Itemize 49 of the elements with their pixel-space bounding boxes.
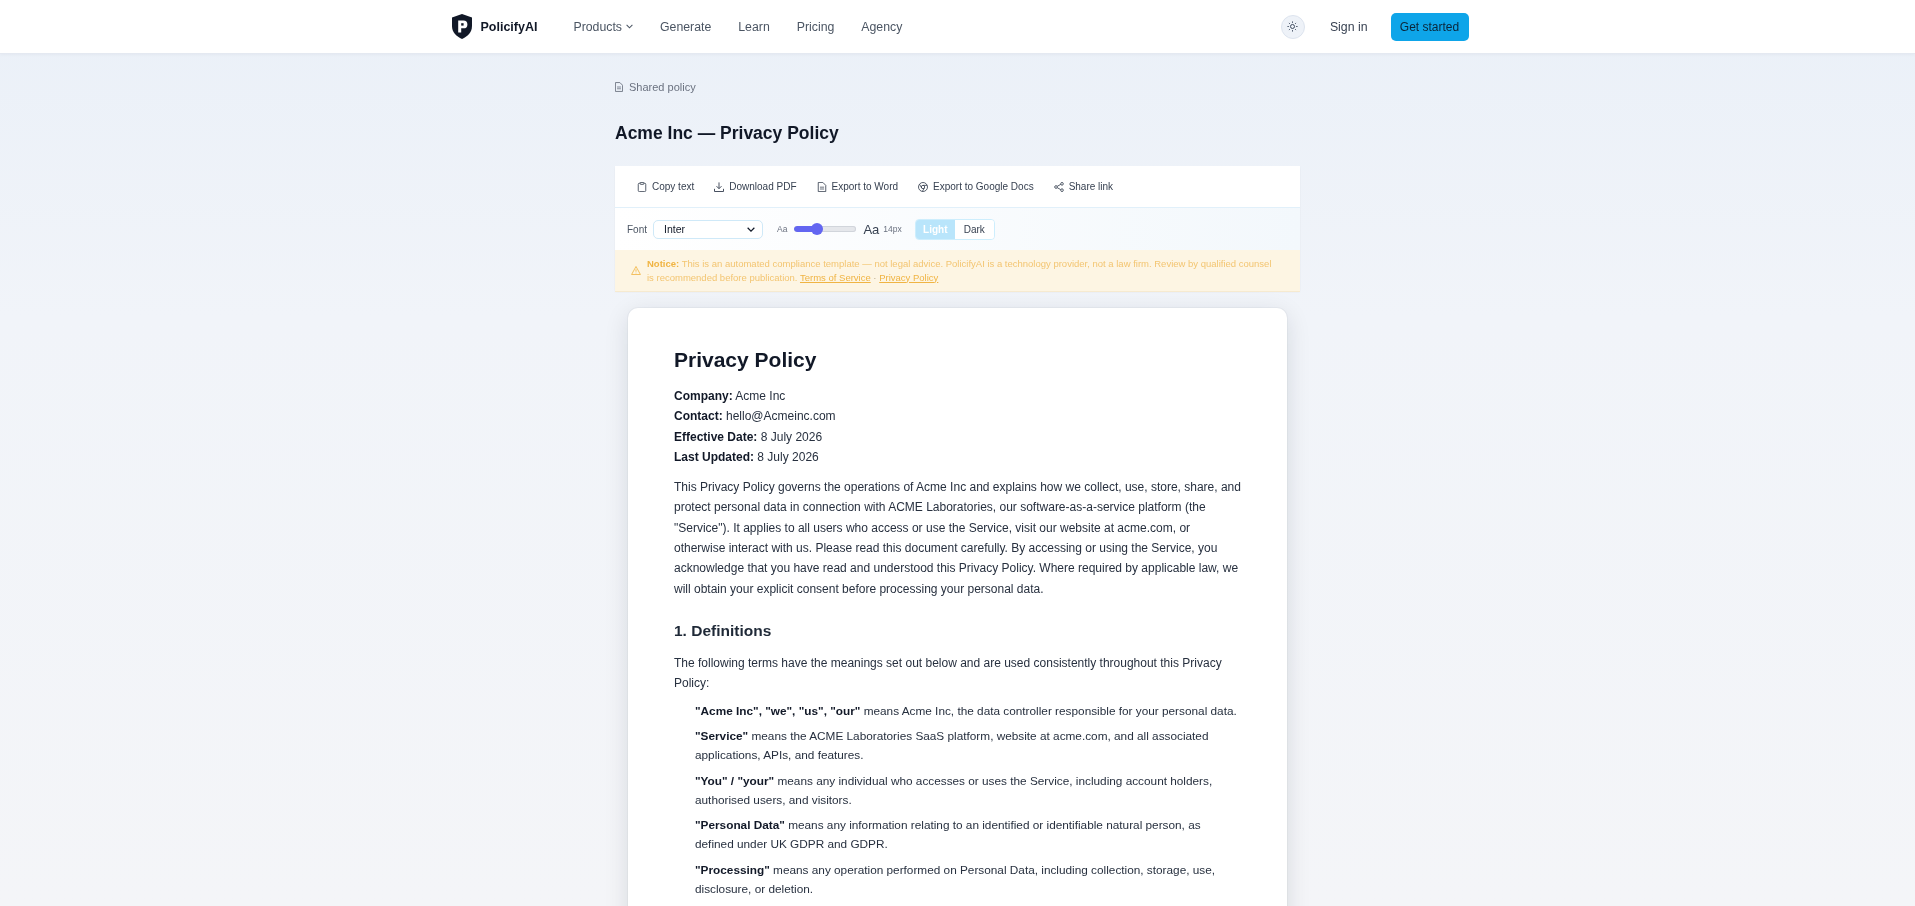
larger-text-label: Aa	[863, 221, 880, 237]
font-size-reading: 14px	[883, 224, 902, 234]
font-select[interactable]: Inter	[653, 219, 763, 239]
font-label: Font	[627, 223, 647, 235]
warning-icon	[631, 266, 641, 275]
theme-toggle-button[interactable]	[1280, 14, 1305, 39]
nav-link[interactable]: Learn	[738, 19, 770, 34]
slider-thumb[interactable]	[810, 223, 823, 235]
share-icon	[1053, 181, 1064, 192]
definition-item: "You" / "your" means any individual who accesses or uses the Service, including account holders, authorised users, and visitors.	[695, 772, 1214, 809]
page-title: Acme Inc — Privacy Policy	[615, 122, 840, 145]
theme-option[interactable]: Dark	[954, 219, 994, 239]
breadcrumb-label: Shared policy	[629, 81, 696, 93]
meta-line: Last Updated: 8 July 2026	[674, 448, 820, 466]
intro-paragraph: This Privacy Policy governs the operations of Acme Inc and explains how we collect, use, store, share, and protect personal data in connection with ACME Laboratories, our software-as-a-service platform (the "Service"). It applies to all users who access or use the Service, visit our website at acme.com, or otherwise interact with us. Please read this document carefully. By accessing or using the Service, you acknowledge that you have read and understood this Privacy Policy. Where required by applicable law, we will obtain your explicit consent before processing your personal data.	[674, 479, 1241, 598]
definition-item: "Personal Data" means any information relating to an identified or identifiable natural person, as defined under UK GDPR and GDPR.	[695, 817, 1202, 854]
export-google-docs-button[interactable]: Export to Google Docs	[918, 178, 1034, 195]
nav-link[interactable]: Pricing	[796, 19, 835, 34]
definition-item: "Processing" means any operation performed on Personal Data, including collection, storage, use, disclosure, or deletion.	[695, 861, 1217, 898]
font-size-slider[interactable]	[794, 223, 857, 235]
notice-text: Notice: This is an automated compliance template — not legal advice. PolicifyAI is a technology provider, not a law firm. Review by qualified counsel is recommended before publication. Terms of Service · Privacy Policy	[647, 257, 1272, 284]
brand-name[interactable]: PolicifyAI	[480, 19, 538, 34]
chevron-down-icon	[747, 226, 755, 232]
meta-line: Effective Date: 8 July 2026	[674, 428, 824, 446]
smaller-text-label: Aa	[777, 224, 788, 234]
definition-item: "Acme Inc", "we", "us", "our" means Acme Inc, the data controller responsible for your personal data.	[695, 702, 1238, 720]
section-paragraph: The following terms have the meanings set out below and are used consistently throughout this Privacy Policy:	[674, 654, 1223, 693]
export-word-button[interactable]: Export to Word	[816, 178, 899, 195]
share-link-button[interactable]: Share link	[1053, 178, 1114, 195]
download-icon	[714, 181, 725, 192]
nav-dropdown[interactable]: Products	[573, 19, 633, 34]
aperture-icon	[918, 181, 929, 192]
shield-logo-icon	[451, 14, 472, 39]
caret-icon	[626, 24, 633, 29]
download-pdf-button[interactable]: Download PDF	[714, 178, 797, 195]
sign-in-link[interactable]: Sign in	[1329, 19, 1368, 34]
document-icon	[615, 82, 623, 92]
document-title: Privacy Policy	[674, 347, 818, 373]
sun-icon	[1287, 21, 1299, 32]
clipboard-icon	[637, 181, 647, 192]
get-started-button[interactable]: Get started	[1390, 12, 1469, 41]
meta-line: Company: Acme Inc	[674, 388, 787, 405]
meta-line: Contact: hello@Acmeinc.com	[674, 408, 837, 426]
definition-item: "Service" means the ACME Laboratories SaaS platform, website at acme.com, and all associated applications, APIs, and features.	[695, 728, 1210, 765]
section-heading: 1. Definitions	[674, 620, 773, 641]
copy-text-button[interactable]: Copy text	[637, 178, 695, 195]
nav-link[interactable]: Agency	[861, 19, 903, 34]
nav-link[interactable]: Generate	[660, 19, 712, 34]
document-icon	[816, 181, 827, 192]
